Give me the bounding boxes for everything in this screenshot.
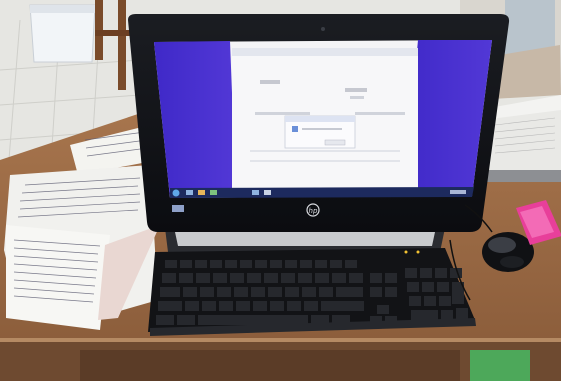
all-in-one-monitor: hp (128, 14, 510, 252)
sticker (172, 205, 184, 212)
start-button-icon (172, 189, 180, 197)
svg-text:hp: hp (309, 207, 318, 215)
taskbar-app-icon (252, 190, 259, 195)
taskbar-clock (450, 190, 466, 194)
taskbar-app-icon (186, 190, 193, 195)
taskbar-app-icon (198, 190, 205, 195)
status-led (416, 250, 420, 254)
taskbar-app-icon (264, 190, 271, 195)
dialog-box (284, 115, 356, 149)
trash-bin (29, 4, 96, 63)
app-window (232, 48, 418, 190)
monitor-screen (154, 40, 492, 198)
status-led (404, 250, 408, 254)
webcam (321, 27, 325, 31)
info-icon (292, 126, 298, 132)
taskbar-app-icon (210, 190, 217, 195)
taskbar (170, 187, 474, 198)
photo: hp (0, 0, 561, 381)
keyboard (148, 248, 476, 336)
